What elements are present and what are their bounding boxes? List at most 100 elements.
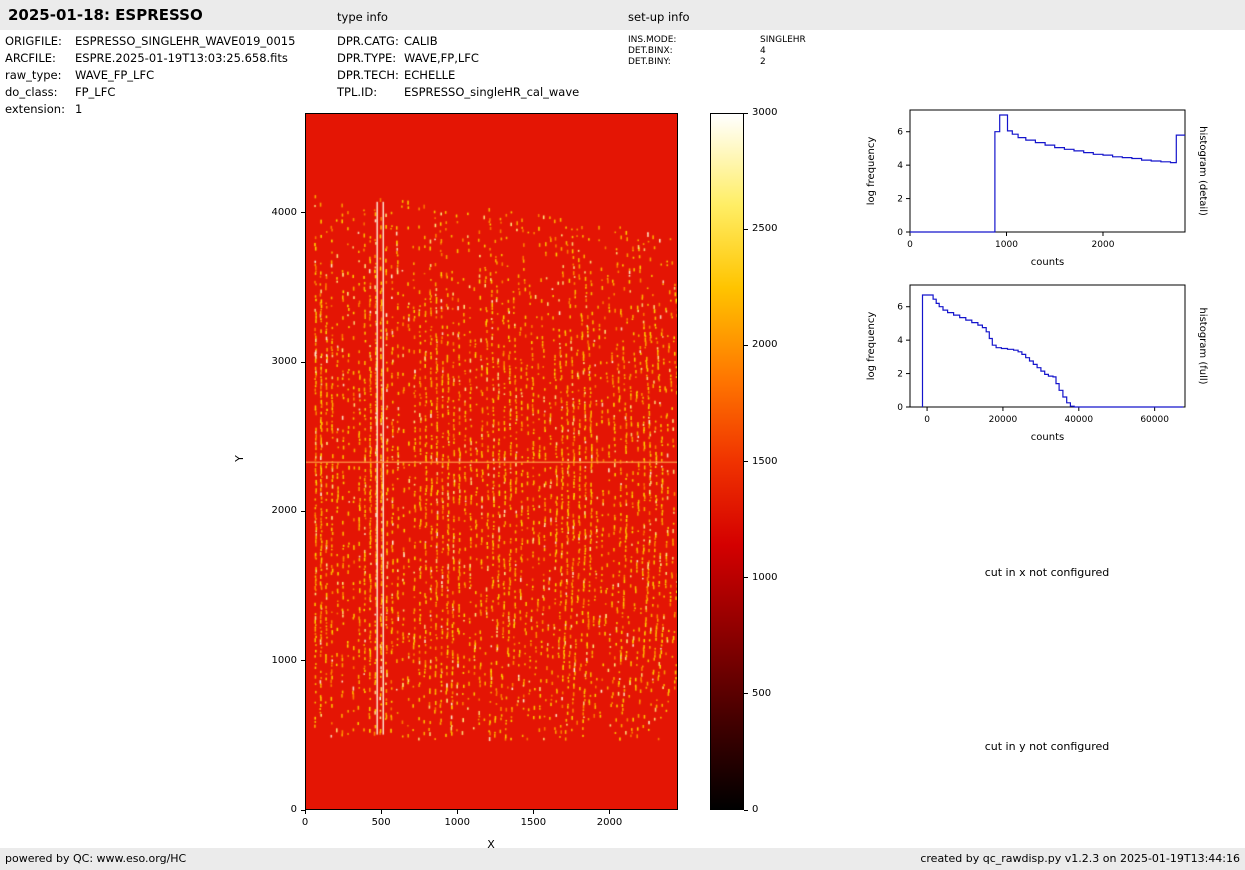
- footer-right-text: created by qc_rawdisp.py v1.2.3 on 2025-…: [920, 852, 1240, 865]
- metadata-label: INS.MODE:: [628, 35, 677, 45]
- metadata-value: 1: [75, 102, 83, 116]
- setup-info-heading: set-up info: [628, 10, 690, 24]
- metadata-label: DPR.TYPE:: [337, 51, 397, 65]
- y-tick-label: 3000: [271, 356, 297, 368]
- colorbar-tick-mark: [744, 344, 748, 346]
- metadata-value: 4: [760, 46, 766, 56]
- x-tick-mark: [456, 810, 458, 814]
- svg-text:log frequency: log frequency: [866, 137, 877, 206]
- histogram-detail: 0 1000 2000 0 2 4 6 counts log frequency histogra…: [860, 98, 1245, 293]
- svg-text:4: 4: [897, 161, 903, 171]
- svg-text:60000: 60000: [1140, 415, 1169, 425]
- svg-text:counts: counts: [1031, 257, 1064, 268]
- colorbar: [710, 113, 744, 810]
- x-tick-label: 500: [371, 817, 391, 828]
- metadata-row: DPR.TECH: ECHELLE: [337, 67, 579, 84]
- metadata-label: DPR.CATG:: [337, 34, 399, 48]
- metadata-value: WAVE,FP,LFC: [404, 51, 479, 65]
- colorbar-tick-label: 1000: [752, 571, 778, 583]
- footer-left-text: powered by QC: www.eso.org/HC: [5, 852, 187, 865]
- y-tick-mark: [301, 212, 305, 214]
- colorbar-gradient: [711, 114, 743, 809]
- metadata-row: INS.MODE: SINGLEHR: [628, 35, 806, 46]
- metadata-row: DPR.CATG: CALIB: [337, 33, 579, 50]
- type-info-heading: type info: [337, 10, 388, 24]
- metadata-row: TPL.ID: ESPRESSO_singleHR_cal_wave: [337, 84, 579, 101]
- y-axis-label: Y: [232, 455, 246, 462]
- svg-text:20000: 20000: [989, 415, 1018, 425]
- histogram_full-svg: 0 20000 40000 60000 0 2 4 6 counts log frequency h…: [866, 284, 1208, 443]
- svg-text:histogram (full): histogram (full): [1197, 307, 1208, 384]
- metadata-value: SINGLEHR: [760, 35, 806, 45]
- colorbar-tick-label: 2500: [752, 223, 778, 235]
- colorbar-tick-mark: [744, 461, 748, 462]
- colorbar-tick-mark: [744, 577, 748, 579]
- header-bar: 2025-01-18: ESPRESSO type info set-up in…: [0, 0, 1245, 30]
- raw-image-canvas: [306, 114, 677, 809]
- colorbar-tick-label: 500: [752, 687, 772, 699]
- colorbar-tick-label: 2000: [752, 339, 778, 351]
- x-tick-label: 1500: [520, 817, 547, 828]
- x-tick-label: 1000: [444, 817, 470, 828]
- x-tick-mark: [380, 810, 382, 814]
- y-tick-mark: [301, 361, 305, 363]
- metadata-row: do_class: FP_LFC: [5, 84, 295, 101]
- colorbar-tick-mark: [744, 112, 748, 114]
- svg-text:2: 2: [897, 195, 903, 205]
- metadata-row: raw_type: WAVE_FP_LFC: [5, 67, 295, 84]
- metadata-label: DET.BINX:: [628, 46, 673, 56]
- metadata-row: extension: 1: [5, 101, 295, 118]
- metadata-row: DET.BINX: 4: [628, 46, 806, 57]
- svg-text:histogram (detail): histogram (detail): [1197, 126, 1208, 216]
- svg-text:log frequency: log frequency: [866, 312, 877, 381]
- svg-text:counts: counts: [1031, 432, 1064, 443]
- colorbar-tick-mark: [744, 228, 748, 230]
- metadata-value: CALIB: [404, 34, 438, 48]
- cut-x-message: cut in x not configured: [984, 566, 1110, 579]
- histogram-full: 0 20000 40000 60000 0 2 4 6 counts log frequency h…: [860, 273, 1245, 468]
- x-tick-mark: [304, 810, 306, 814]
- metadata-label: ARCFILE:: [5, 51, 56, 65]
- metadata-row: ORIGFILE: ESPRESSO_SINGLEHR_WAVE019_0015: [5, 33, 295, 50]
- y-tick-mark: [301, 660, 305, 662]
- metadata-label: extension:: [5, 102, 65, 116]
- y-tick-mark: [301, 809, 305, 811]
- x-tick-label: 2000: [596, 817, 623, 828]
- setup-info-block: INS.MODE: SINGLEHR DET.BINX: 4 DET.BINY: 2: [628, 35, 806, 68]
- file-info-block: ORIGFILE: ESPRESSO_SINGLEHR_WAVE019_0015 …: [5, 33, 295, 118]
- qc-rawdisp-page: 2025-01-18: ESPRESSO type info set-up in…: [0, 0, 1245, 870]
- svg-text:40000: 40000: [1064, 415, 1093, 425]
- metadata-value: WAVE_FP_LFC: [75, 68, 155, 82]
- y-tick-label: 2000: [271, 505, 297, 517]
- metadata-row: DET.BINY: 2: [628, 57, 806, 68]
- histogram_detail-svg: 0 1000 2000 0 2 4 6 counts log frequency histogra…: [866, 109, 1208, 268]
- svg-text:6: 6: [897, 128, 903, 138]
- y-tick-label: 0: [290, 804, 297, 815]
- metadata-label: DPR.TECH:: [337, 68, 399, 82]
- svg-text:4: 4: [897, 336, 903, 346]
- colorbar-tick-mark: [744, 693, 748, 695]
- svg-text:1000: 1000: [995, 240, 1018, 250]
- svg-text:6: 6: [897, 303, 903, 313]
- colorbar-tick-label: 1500: [752, 455, 778, 467]
- colorbar-tick-label: 0: [752, 804, 759, 815]
- metadata-label: TPL.ID:: [337, 85, 378, 99]
- raw-image-plot: [305, 113, 678, 810]
- type-info-block: DPR.CATG: CALIB DPR.TYPE: WAVE,FP,LFC DPR.…: [337, 33, 579, 101]
- svg-text:0: 0: [907, 240, 913, 250]
- metadata-row: DPR.TYPE: WAVE,FP,LFC: [337, 50, 579, 67]
- svg-text:0: 0: [924, 415, 930, 425]
- x-tick-mark: [608, 810, 610, 814]
- y-tick-mark: [301, 510, 305, 512]
- colorbar-tick-mark: [744, 809, 748, 811]
- cut-y-message: cut in y not configured: [984, 740, 1110, 753]
- metadata-label: DET.BINY:: [628, 57, 671, 67]
- svg-text:0: 0: [897, 228, 903, 238]
- metadata-label: ORIGFILE:: [5, 34, 62, 48]
- metadata-value: ESPRE.2025-01-19T13:03:25.658.fits: [75, 51, 288, 65]
- x-tick-label: 0: [301, 817, 309, 828]
- metadata-value: FP_LFC: [75, 85, 116, 99]
- metadata-row: ARCFILE: ESPRE.2025-01-19T13:03:25.658.fi…: [5, 50, 295, 67]
- svg-text:2: 2: [897, 370, 903, 380]
- y-tick-label: 1000: [271, 654, 297, 666]
